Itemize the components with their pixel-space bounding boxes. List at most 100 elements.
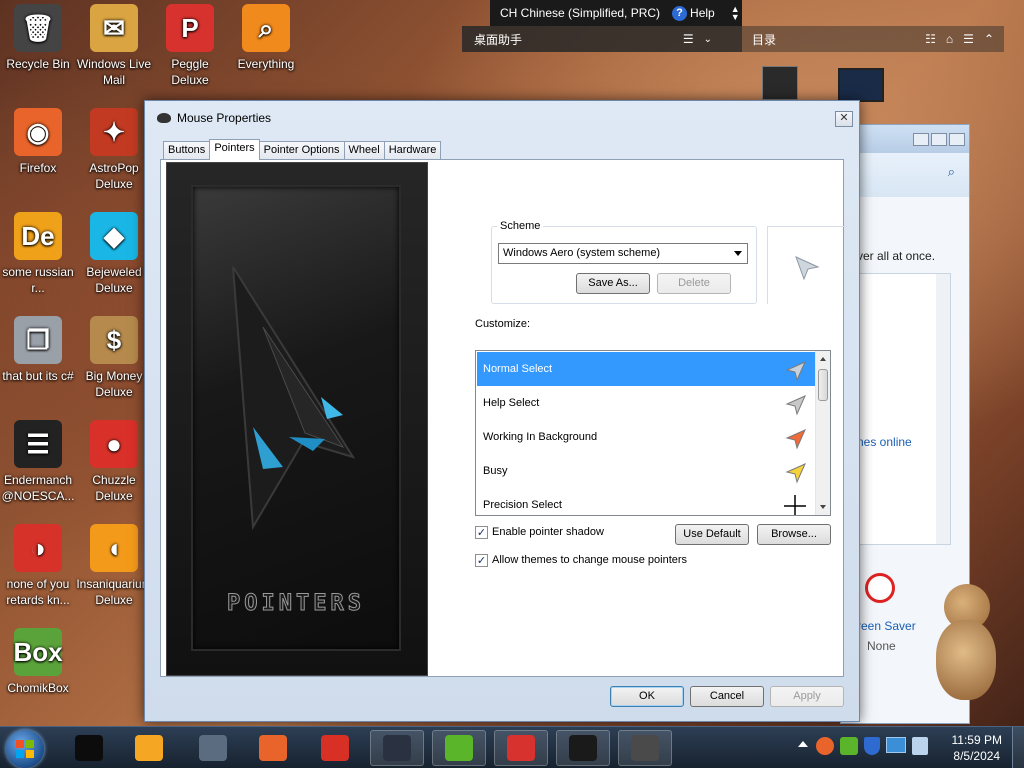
allow-themes-checkbox[interactable]: ✓ (475, 554, 488, 567)
pointer-cursor-icon (785, 395, 806, 416)
desktop-icon-label: AstroPop Deluxe (89, 161, 139, 191)
apply-button[interactable]: Apply (770, 686, 844, 707)
desktop-icon[interactable]: ◆ Bejeweled Deluxe (76, 212, 152, 296)
desktop-thumbnail[interactable] (762, 66, 798, 100)
tab-buttons[interactable]: Buttons (163, 141, 211, 159)
get-themes-online-link[interactable]: nes online (857, 435, 912, 449)
enable-shadow-label[interactable]: Enable pointer shadow (492, 526, 604, 538)
cancel-button[interactable]: Cancel (690, 686, 764, 707)
taskbar-app-button[interactable] (62, 730, 116, 766)
close-button[interactable] (949, 133, 965, 146)
shield-icon[interactable] (864, 737, 880, 755)
start-button[interactable] (6, 730, 44, 768)
desktop-icon[interactable]: Box ChomikBox (0, 628, 76, 696)
menu-icon[interactable]: ☰ (963, 32, 974, 46)
scheme-value: Windows Aero (system scheme) (503, 247, 661, 259)
tray-plus-icon[interactable] (840, 737, 858, 755)
tab-pointers[interactable]: Pointers (209, 139, 260, 160)
desktop-icon[interactable]: $ Big Money Deluxe (76, 316, 152, 400)
desktop-icon[interactable]: ⌕ Everything (228, 4, 304, 72)
list-icon[interactable]: ☷ (925, 32, 936, 46)
taskbar-app-button[interactable] (370, 730, 424, 766)
desktop-icon[interactable]: ✉ Windows Live Mail (76, 4, 152, 88)
monitor-icon[interactable] (838, 68, 884, 102)
pointer-name: Help Select (483, 397, 540, 409)
peggle-icon (507, 735, 535, 761)
desktop-icon[interactable]: ◖ Insaniquarium Deluxe (76, 524, 152, 608)
desktop-icon-label: Big Money Deluxe (85, 369, 143, 399)
dialog-titlebar[interactable]: Mouse Properties ✕ (145, 101, 859, 135)
pointer-list[interactable]: Precision Select Busy Working In Backgroun… (475, 350, 831, 516)
ok-button[interactable]: OK (610, 686, 684, 707)
chevron-down-icon[interactable]: ⌄ (704, 34, 712, 45)
cursor-art-icon (232, 266, 356, 531)
taskbar-clock[interactable]: 11:59 PM 8/5/2024 (952, 732, 1002, 764)
pointer-cursor-icon (785, 429, 806, 450)
hamster-icon: Box (13, 628, 63, 676)
pointer-list-item[interactable]: Working In Background (477, 420, 815, 454)
scheme-label: Scheme (497, 220, 544, 232)
tab-pointer-options[interactable]: Pointer Options (258, 141, 345, 159)
enable-shadow-checkbox[interactable]: ✓ (475, 526, 488, 539)
scrollbar[interactable] (815, 351, 830, 515)
show-hidden-icons-icon[interactable] (798, 741, 808, 747)
no-entry-icon[interactable] (865, 573, 895, 603)
desktop-icon[interactable]: ☰ Endermanch @NOESCA... (0, 420, 76, 504)
pin-icon[interactable]: ⌂ (946, 32, 953, 46)
taskbar-app-button[interactable] (246, 730, 300, 766)
mouse-icon (631, 735, 659, 761)
chevron-down-icon (734, 251, 742, 256)
language-bar-options-icon[interactable]: ▲ ▼ (731, 5, 740, 22)
taskbar: 11:59 PM 8/5/2024 (0, 726, 1024, 768)
astropop-icon: ✦ (90, 108, 138, 156)
maximize-button[interactable] (931, 133, 947, 146)
show-desktop-button[interactable] (1012, 727, 1024, 768)
pointer-list-item[interactable]: Precision Select (477, 488, 815, 515)
taskbar-app-button[interactable] (186, 730, 240, 766)
desktop-icon[interactable]: ✦ AstroPop Deluxe (76, 108, 152, 192)
tab-wheel[interactable]: Wheel (343, 141, 385, 159)
scrollbar[interactable] (936, 274, 950, 544)
volume-icon[interactable] (912, 737, 928, 755)
taskbar-app-button[interactable] (432, 730, 486, 766)
pointer-list-item[interactable]: Busy (477, 454, 815, 488)
delete-button[interactable]: Delete (657, 273, 731, 294)
taskbar-app-button[interactable] (122, 730, 176, 766)
tray-app-icon[interactable] (816, 737, 834, 755)
desktop-icon[interactable]: ◉ Firefox (0, 108, 76, 176)
close-button[interactable]: ✕ (835, 111, 853, 127)
windows-logo-icon (16, 740, 34, 758)
hamster-mascot[interactable] (930, 584, 1002, 704)
language-label[interactable]: CH Chinese (Simplified, PRC) (500, 6, 660, 20)
taskbar-app-button[interactable] (556, 730, 610, 766)
pointer-list-item[interactable]: Normal Select (477, 352, 815, 386)
network-icon[interactable] (886, 737, 906, 753)
desktop-icon[interactable]: De some russian r... (0, 212, 76, 296)
tab-hardware[interactable]: Hardware (383, 141, 442, 159)
taskbar-app-button[interactable] (494, 730, 548, 766)
help-label[interactable]: Help (690, 6, 715, 20)
allow-themes-label[interactable]: Allow themes to change mouse pointers (492, 554, 687, 566)
minimize-button[interactable] (913, 133, 929, 146)
save-as-button[interactable]: Save As... (576, 273, 650, 294)
pointer-list-item[interactable]: Help Select (477, 386, 815, 420)
desktop-icon[interactable]: ◑ none of you retards kn... (0, 524, 76, 608)
plus-app-icon (445, 735, 473, 761)
help-icon[interactable]: ? (672, 5, 688, 21)
use-default-button[interactable]: Use Default (675, 524, 749, 545)
scheme-dropdown[interactable]: Windows Aero (system scheme) (498, 243, 748, 264)
scroll-down-icon[interactable] (820, 505, 826, 509)
chevron-up-icon[interactable]: ⌃ (984, 32, 994, 46)
menu-icon[interactable]: ☰ (683, 32, 694, 46)
desktop-icon[interactable]: ❐ that but its c# (0, 316, 76, 384)
search-icon[interactable]: ⌕ (948, 165, 955, 180)
taskbar-app-button[interactable] (308, 730, 362, 766)
desktop-icon[interactable]: 🗑 Recycle Bin (0, 4, 76, 72)
taskbar-app-button[interactable] (618, 730, 672, 766)
scroll-up-icon[interactable] (820, 357, 826, 361)
scroll-thumb[interactable] (818, 369, 828, 401)
desktop-icon[interactable]: P Peggle Deluxe (152, 4, 228, 88)
browse-button[interactable]: Browse... (757, 524, 831, 545)
screen-saver-link[interactable]: reen Saver (857, 619, 916, 633)
desktop-icon[interactable]: ● Chuzzle Deluxe (76, 420, 152, 504)
